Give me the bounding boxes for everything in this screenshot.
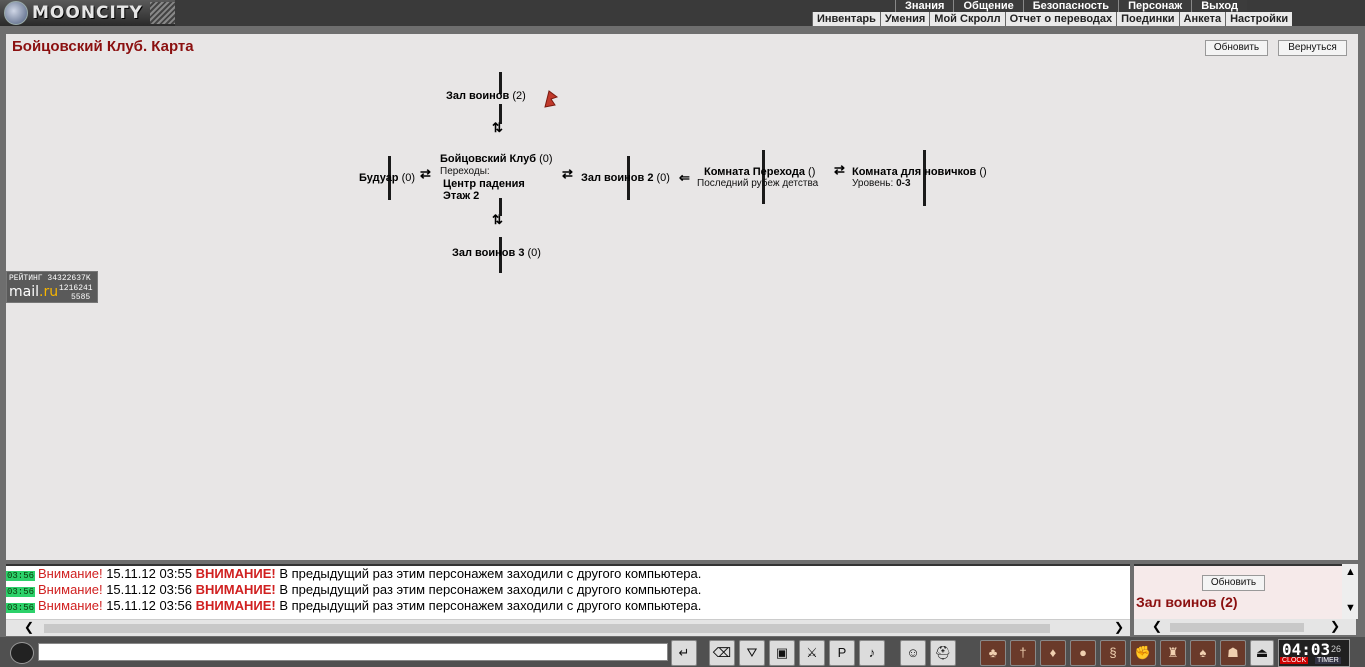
submenu-duels[interactable]: Поединки [1116,12,1178,26]
chat-message: 03:56 Внимание! 15.11.12 03:56 ВНИМАНИЕ! … [6,598,702,613]
clock-label[interactable]: CLOCK [1280,657,1309,664]
room-panel: Обновить Зал воинов (2) [1134,564,1356,621]
current-room-name: Зал воинов (2) [1136,594,1238,610]
smiley-icon[interactable]: ☺ [900,640,926,666]
eraser-icon[interactable]: ⌫ [709,640,735,666]
vertical-arrows-icon[interactable]: ⇅ [492,213,503,226]
bag-icon[interactable]: ♣ [980,640,1006,666]
menu-communication[interactable]: Общение [953,0,1023,12]
submenu-profile[interactable]: Анкета [1178,12,1226,26]
potion-icon[interactable]: ♦ [1040,640,1066,666]
submenu-my-scroll[interactable]: Мой Скролл [929,12,1004,26]
chat-time[interactable]: 03:56 [6,571,36,581]
horizontal-arrows-icon[interactable]: ⇄ [834,163,845,176]
side-horizontal-scrollbar[interactable]: ❮ ❯ [1134,619,1356,635]
vertical-arrows-icon[interactable]: ⇅ [492,121,503,134]
page-title: Бойцовский Клуб. Карта [12,38,194,55]
room-warriors-hall-2[interactable]: Зал воинов 2 (0) [581,172,670,184]
room-fight-club[interactable]: Бойцовский Клуб (0) [440,153,553,165]
flag-icon [544,90,559,108]
horizontal-arrows-icon[interactable]: ⇄ [420,167,431,180]
armor-icon[interactable]: ♜ [1160,640,1186,666]
submenu-settings[interactable]: Настройки [1225,12,1292,26]
newbie-room-level: Уровень: 0-3 [852,178,911,189]
save-icon[interactable]: ▣ [769,640,795,666]
bottom-toolbar: ↵ ⌫ ⛛ ▣ ⚔ P ♪ ☺ ⛑ ♣ † ♦ ● § ✊ ♜ ♠ ☗ ⏏ 04… [0,637,1365,667]
sound-icon[interactable]: ♪ [859,640,885,666]
chat-horizontal-scrollbar[interactable]: ❮ ❯ [6,619,1130,636]
submenu-inventory[interactable]: Инвентарь [812,12,880,26]
main-menu: Знания Общение Безопасность Персонаж Вых… [895,0,1247,12]
chat-mode-icon[interactable] [10,642,34,664]
mailru-logo: mail.ru [9,284,59,300]
scroll-icon[interactable]: § [1100,640,1126,666]
chat-input[interactable] [38,643,668,661]
scroll-left-icon[interactable]: ❮ [1152,619,1162,633]
chat-message: 03:56 Внимание! 15.11.12 03:56 ВНИМАНИЕ! … [6,582,702,597]
enter-icon[interactable]: ↵ [671,640,697,666]
scroll-up-icon[interactable]: ▲ [1345,566,1356,578]
logo: MOONCITY [0,0,175,26]
refresh-button[interactable]: Обновить [1205,40,1268,56]
ornament-icon [150,2,175,24]
room-boudoir[interactable]: Будуар (0) [359,172,415,184]
side-refresh-button[interactable]: Обновить [1202,575,1265,591]
room-warriors-hall[interactable]: Зал воинов (2) [446,90,526,102]
pl-icon[interactable]: P [829,640,855,666]
main-panel: Бойцовский Клуб. Карта Обновить Вернутьс… [6,34,1358,560]
gold-icon[interactable]: ● [1070,640,1096,666]
pouch-icon[interactable]: ♠ [1190,640,1216,666]
wall-bar [923,150,926,206]
transition-center-fall[interactable]: Центр падения [443,178,525,190]
group-icon[interactable]: ☗ [1220,640,1246,666]
timer-label[interactable]: TIMER [1315,657,1341,664]
rating-num-1: 1216241 [59,284,93,293]
room-transit[interactable]: Комната Перехода () [704,166,815,178]
scrollbar-thumb[interactable] [1170,623,1304,632]
rating-title: РЕЙТИНГ 34322637K [9,274,91,283]
scroll-right-icon[interactable]: ❯ [1330,619,1340,633]
exit-icon[interactable]: ⏏ [1250,640,1274,666]
rating-counter[interactable]: РЕЙТИНГ 34322637K mail.ru 1216241 5585 [6,271,98,303]
fight-icon[interactable]: ⚔ [799,640,825,666]
top-bar: MOONCITY Знания Общение Безопасность Пер… [0,0,1365,26]
fist-icon[interactable]: ✊ [1130,640,1156,666]
back-button[interactable]: Вернуться [1278,40,1347,56]
transitions-label: Переходы: [440,166,490,177]
room-warriors-hall-3[interactable]: Зал воинов 3 (0) [452,247,541,259]
menu-knowledge[interactable]: Знания [895,0,954,12]
room-newbies[interactable]: Комната для новичков () [852,166,987,178]
rating-num-2: 5585 [71,293,91,302]
menu-security[interactable]: Безопасность [1022,0,1119,12]
transition-floor-2[interactable]: Этаж 2 [443,190,479,202]
filter-icon[interactable]: ⛛ [739,640,765,666]
chat-message: 03:56 Внимание! 15.11.12 03:55 ВНИМАНИЕ! … [6,566,702,581]
scroll-down-icon[interactable]: ▼ [1345,602,1356,614]
menu-exit[interactable]: Выход [1191,0,1247,12]
moon-emblem-icon [4,1,28,25]
scroll-right-icon[interactable]: ❯ [1114,620,1124,634]
scroll-left-icon[interactable]: ❮ [24,620,34,634]
menu-character[interactable]: Персонаж [1118,0,1192,12]
transit-room-subtitle: Последний рубеж детства [697,178,819,189]
chat-time[interactable]: 03:56 [6,587,36,597]
chat-time[interactable]: 03:56 [6,603,36,613]
side-vertical-scrollbar[interactable]: ▲ ▼ [1342,564,1358,619]
left-arrow-icon[interactable]: ⇐ [679,171,690,184]
wall-bar [499,198,502,216]
submenu-transfer-report[interactable]: Отчет о переводах [1004,12,1117,26]
horizontal-arrows-icon[interactable]: ⇄ [562,167,573,180]
clock-seconds: 26 [1331,644,1342,654]
sub-menu: Инвентарь Умения Мой Скролл Отчет о пере… [812,12,1293,26]
scrollbar-thumb[interactable] [44,624,1050,633]
submenu-skills[interactable]: Умения [879,12,929,26]
sword-icon[interactable]: † [1010,640,1036,666]
logo-text: MOONCITY [32,3,143,23]
clock-widget[interactable]: 04:03 26 CLOCK TIMER [1278,639,1350,667]
helmet-icon[interactable]: ⛑ [930,640,956,666]
